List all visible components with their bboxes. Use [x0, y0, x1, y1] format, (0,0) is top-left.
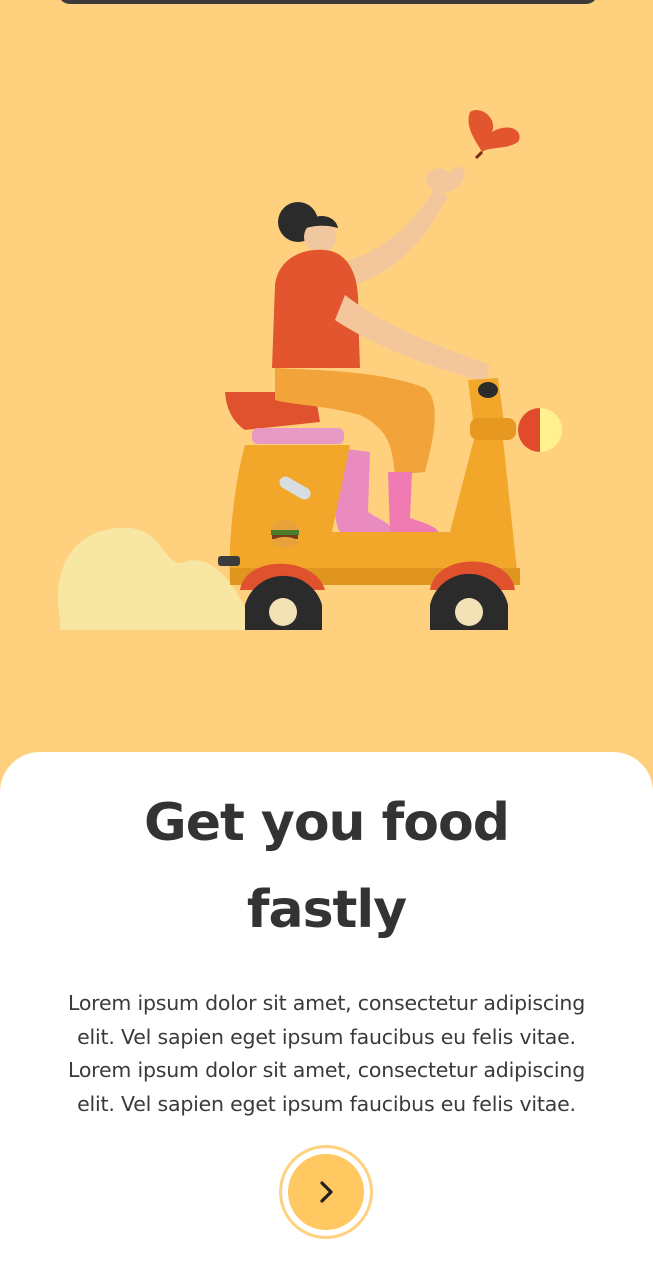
next-button-fill[interactable] — [288, 1154, 364, 1230]
scooter-delivery-illustration — [58, 110, 562, 630]
onboarding-title-line-2: fastly — [246, 880, 407, 940]
chevron-right-icon — [320, 1181, 333, 1203]
hero-area — [0, 0, 653, 780]
description-line: elit. Vel sapien eget ipsum faucibus eu … — [77, 1024, 576, 1049]
description-line: Lorem ipsum dolor sit amet, consectetur … — [67, 1058, 586, 1082]
onboarding-description: Lorem ipsum dolor sit amet, consectetur … — [36, 987, 617, 1121]
burger-sticker-icon — [271, 520, 299, 547]
description-line: Lorem ipsum dolor sit amet, consectetur … — [67, 991, 586, 1015]
butterfly-icon — [468, 110, 520, 160]
status-bar-notch — [58, 0, 598, 4]
description-line: elit. Vel sapien eget ipsum faucibus eu … — [77, 1091, 576, 1116]
onboarding-title-line-1: Get you food — [144, 793, 510, 853]
next-button[interactable] — [279, 1145, 373, 1239]
